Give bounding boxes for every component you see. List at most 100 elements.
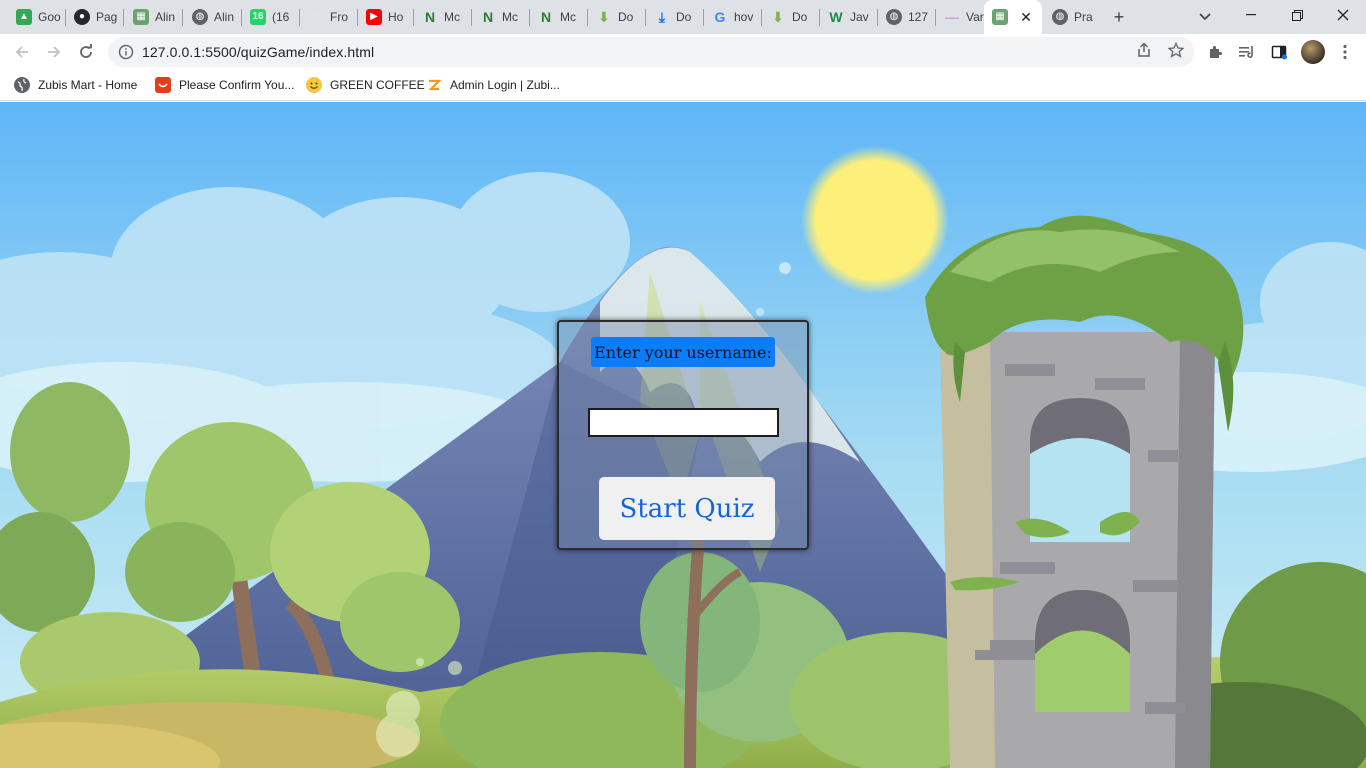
tab-separator: [182, 9, 183, 26]
browser-tab[interactable]: ◍ Alin: [184, 0, 242, 34]
browser-tab[interactable]: ⬇ Do: [762, 0, 820, 34]
back-arrow-icon: [15, 46, 28, 58]
sun: [801, 146, 949, 294]
bookmark-label: Please Confirm You...: [179, 78, 295, 92]
github-icon: ●: [74, 9, 90, 25]
browser-tab[interactable]: ⬇ Do: [588, 0, 646, 34]
download-arrow-icon: ⬇: [598, 9, 610, 25]
browser-tab[interactable]: 16 (16: [242, 0, 300, 34]
browser-tab[interactable]: ▦ Alin: [125, 0, 183, 34]
chevron-down-icon: [1199, 13, 1211, 21]
browser-tab[interactable]: ◌ Fro: [300, 0, 358, 34]
browser-tab[interactable]: W Jav: [820, 0, 878, 34]
n-logo-icon: N: [482, 9, 494, 25]
dash-icon: —: [945, 9, 959, 25]
page-viewport: Enter your username: Start Quiz: [0, 102, 1366, 768]
browser-tab[interactable]: N Mc: [414, 0, 472, 34]
youtube-icon: ▶: [366, 9, 382, 25]
browser-tab[interactable]: ● Pag: [66, 0, 124, 34]
address-url: 127.0.0.1:5500/quizGame/index.html: [142, 44, 375, 60]
tab-title: Var: [966, 10, 984, 24]
download-arrow-icon: ⬇: [772, 9, 784, 25]
restore-button[interactable]: [1274, 0, 1320, 30]
new-tab-button[interactable]: +: [1106, 5, 1132, 29]
n-logo-icon: N: [540, 9, 552, 25]
bookmark-label: Zubis Mart - Home: [38, 78, 138, 92]
landscape-image-icon: ▦: [133, 9, 149, 25]
page-icon: ◌: [311, 9, 321, 25]
forward-button[interactable]: [40, 38, 68, 66]
tab-title: Pra: [1074, 10, 1093, 24]
media-control-icon[interactable]: [1238, 43, 1256, 61]
n-logo-icon: N: [424, 9, 436, 25]
tab-title: (16: [272, 10, 290, 24]
close-icon: [1337, 9, 1349, 21]
bookmark-please-confirm[interactable]: Please Confirm You...: [155, 76, 294, 94]
quiz-start-card: Enter your username: Start Quiz: [557, 320, 809, 550]
tab-title: Alin: [155, 10, 176, 24]
extensions-puzzle-icon[interactable]: [1207, 43, 1225, 61]
minimize-icon: [1246, 14, 1256, 16]
browser-tab[interactable]: ◍ 127: [878, 0, 936, 34]
back-button[interactable]: [8, 38, 36, 66]
tab-title: Alin: [214, 10, 235, 24]
bookmark-label: Admin Login | Zubi...: [450, 78, 560, 92]
bookmark-green-coffee[interactable]: GREEN COFFEE: [306, 76, 425, 94]
tab-title: Pag: [96, 10, 118, 24]
side-panel-icon[interactable]: [1270, 43, 1288, 61]
close-window-button[interactable]: [1320, 0, 1366, 30]
tab-title: Jav: [850, 10, 869, 24]
bookmark-star-icon[interactable]: [1167, 41, 1185, 59]
minimize-button[interactable]: [1228, 0, 1274, 30]
globe-icon: ◍: [1052, 9, 1068, 25]
google-icon: G: [714, 9, 726, 25]
w-logo-icon: W: [829, 9, 843, 25]
browser-tab[interactable]: Ghov: [704, 0, 762, 34]
bookmark-zubis-mart[interactable]: Zubis Mart - Home: [14, 76, 137, 94]
globe-icon: ◍: [192, 9, 208, 25]
bookmark-label: GREEN COFFEE: [330, 78, 425, 92]
tab-title: Goo: [38, 10, 61, 24]
tab-search-button[interactable]: [1192, 5, 1218, 29]
tab-title: Do: [618, 10, 634, 24]
username-input[interactable]: [588, 408, 779, 437]
globe-icon: [14, 77, 30, 93]
browser-tab[interactable]: ▲ Goo: [8, 0, 66, 34]
stone-tower: [925, 215, 1244, 768]
profile-avatar[interactable]: [1301, 40, 1325, 64]
share-icon[interactable]: [1135, 41, 1153, 59]
tab-title: Mc: [444, 10, 460, 24]
bookmark-admin-login[interactable]: Admin Login | Zubi...: [426, 76, 560, 94]
browser-tab[interactable]: ▦ ✕: [984, 0, 1042, 34]
browser-tab[interactable]: — Var: [936, 0, 984, 34]
plus-icon: +: [1113, 6, 1125, 27]
browser-tab[interactable]: ◍ Pra: [1044, 0, 1102, 34]
forward-arrow-icon: [48, 46, 61, 58]
address-bar[interactable]: 127.0.0.1:5500/quizGame/index.html: [108, 37, 1194, 67]
reload-icon: [80, 44, 92, 58]
tab-title: Mc: [560, 10, 576, 24]
browser-tab[interactable]: ▶ Ho: [358, 0, 414, 34]
browser-tab[interactable]: N Mc: [472, 0, 530, 34]
tab-separator: [123, 9, 124, 26]
globe-icon: ◍: [886, 9, 902, 25]
username-prompt-label: Enter your username:: [591, 337, 775, 367]
zubi-logo-icon: [426, 77, 442, 93]
browser-tab[interactable]: ⤓ Do: [646, 0, 704, 34]
browser-tab[interactable]: N Mc: [530, 0, 588, 34]
reload-button[interactable]: [72, 38, 100, 66]
google-drive-icon: ▲: [16, 9, 32, 25]
menu-dots-icon[interactable]: [1336, 43, 1354, 61]
site-info-icon[interactable]: [118, 44, 134, 60]
tab-title: Ho: [388, 10, 404, 24]
tab-title: Mc: [502, 10, 518, 24]
close-tab-icon[interactable]: ✕: [1018, 9, 1034, 25]
restore-icon: [1291, 9, 1303, 21]
tab-title: Do: [676, 10, 692, 24]
whatsapp-icon: 16: [250, 9, 266, 25]
bookmarks-bar: Zubis Mart - Home Please Confirm You... …: [0, 70, 1366, 101]
smiley-icon: [306, 77, 322, 93]
start-quiz-button[interactable]: Start Quiz: [599, 477, 775, 540]
browser-toolbar: 127.0.0.1:5500/quizGame/index.html: [0, 34, 1366, 70]
landscape-image-icon: ▦: [992, 9, 1008, 25]
